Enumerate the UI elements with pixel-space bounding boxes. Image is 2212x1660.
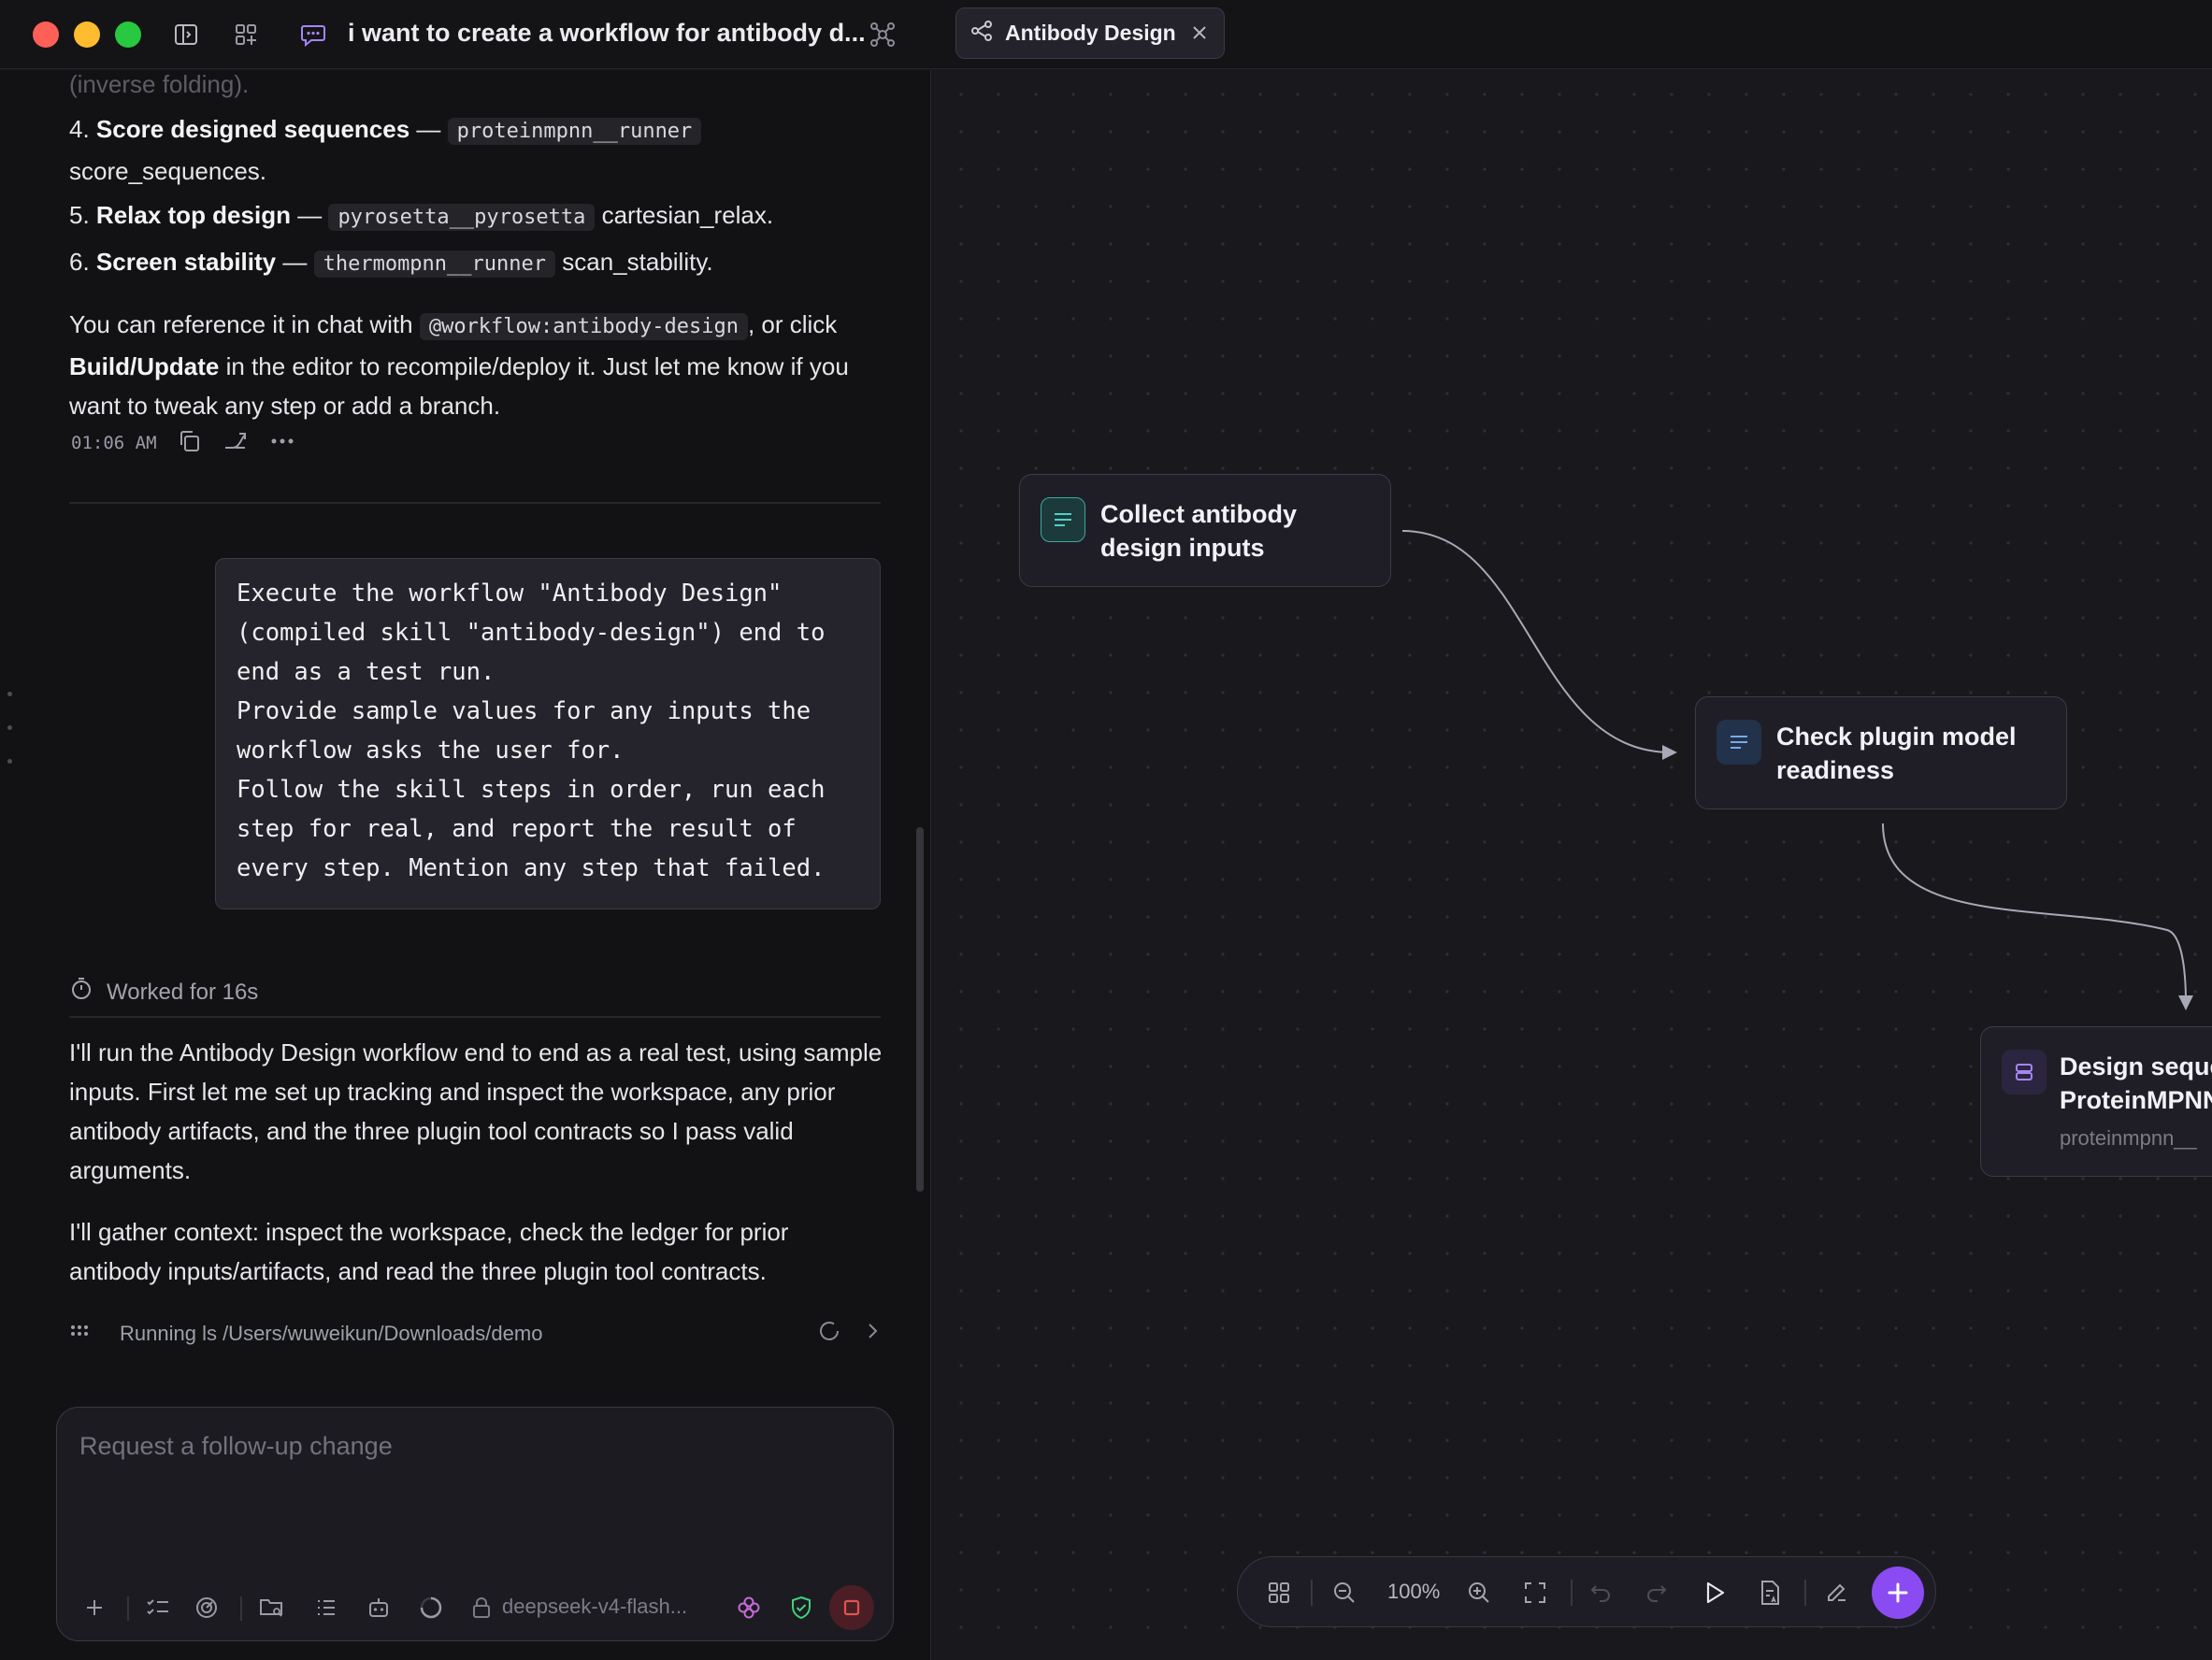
tool-code: pyrosetta__pyrosetta xyxy=(328,204,596,231)
assistant-message: I'll gather context: inspect the workspa… xyxy=(69,1218,789,1285)
running-command-row[interactable]: Running ls /Users/wuweikun/Downloads/dem… xyxy=(69,1315,881,1352)
tool-code: thermompnn__runner xyxy=(313,250,556,278)
node-design-sequences[interactable]: Design seque ProteinMPNN proteinmpnn__ xyxy=(1980,1026,2212,1177)
add-node-button[interactable] xyxy=(1872,1567,1924,1619)
model-selector[interactable]: deepseek-v4-flash... xyxy=(502,1595,687,1619)
section-divider xyxy=(69,1016,881,1018)
chat-bubble-icon xyxy=(297,19,329,50)
toolbar-separator xyxy=(1571,1580,1573,1606)
edit-link-icon[interactable] xyxy=(1819,1576,1853,1610)
workflow-graph-icon[interactable] xyxy=(867,19,898,50)
edge-handle-dot xyxy=(7,692,12,696)
grid-apps-icon[interactable] xyxy=(230,19,262,50)
edge-2-3 xyxy=(1882,823,2187,1004)
toolbar-separator xyxy=(1311,1580,1313,1606)
message-divider xyxy=(69,502,881,504)
worked-label: Worked for 16s xyxy=(107,979,259,1005)
database-icon xyxy=(2002,1050,2047,1095)
follow-up-input[interactable] xyxy=(79,1432,865,1525)
assistant-message: I'll run the Antibody Design workflow en… xyxy=(69,1038,883,1184)
branch-icon[interactable] xyxy=(223,429,249,458)
sidebar-toggle-icon[interactable] xyxy=(170,19,202,50)
message-meta-row: 01:06 AM xyxy=(71,429,295,457)
close-tab-icon[interactable] xyxy=(1188,21,1211,44)
zoom-out-icon[interactable] xyxy=(1328,1576,1361,1610)
edge-1-2-arrow xyxy=(1662,745,1677,760)
layout-grid-icon[interactable] xyxy=(1262,1576,1296,1610)
edge-2-3-arrow xyxy=(2178,995,2193,1010)
step-item-6: 6. Screen stability — thermompnn__runner… xyxy=(69,248,713,278)
edge-1-2 xyxy=(1401,530,1673,753)
ai-document-icon[interactable] xyxy=(1754,1576,1788,1610)
workflow-canvas[interactable]: Collect antibody design inputs Check plu… xyxy=(933,70,2212,1660)
user-message-bubble: Execute the workflow "Antibody Design" (… xyxy=(215,558,881,909)
timer-icon xyxy=(69,977,93,1008)
workflow-reference-code: @workflow:antibody-design xyxy=(419,313,748,340)
node-check-readiness[interactable]: Check plugin model readiness xyxy=(1695,696,2067,809)
fit-view-icon[interactable] xyxy=(1518,1576,1552,1610)
conversation-title[interactable]: i want to create a workflow for antibody… xyxy=(348,19,866,48)
spinner-icon xyxy=(817,1319,841,1349)
tab-antibody-design[interactable]: Antibody Design xyxy=(955,7,1225,59)
running-command-text: Running ls /Users/wuweikun/Downloads/dem… xyxy=(120,1322,543,1345)
gauge-icon[interactable] xyxy=(190,1591,223,1624)
maximize-window-button[interactable] xyxy=(115,21,141,48)
stop-icon xyxy=(843,1599,860,1616)
worked-duration[interactable]: Worked for 16s xyxy=(69,977,258,1008)
edge-handle-dot xyxy=(7,759,12,764)
chevron-right-icon[interactable] xyxy=(864,1320,881,1348)
workflow-icon xyxy=(970,19,994,48)
node-title: Design seque ProteinMPNN xyxy=(2060,1052,2212,1114)
folder-search-icon[interactable] xyxy=(255,1591,289,1624)
toolbar-separator xyxy=(1804,1580,1806,1606)
step-item-5: 5. Relax top design — pyrosetta__pyroset… xyxy=(69,201,774,231)
toolbar-separator xyxy=(240,1596,242,1621)
undo-icon[interactable] xyxy=(1584,1576,1617,1610)
title-bar: i want to create a workflow for antibody… xyxy=(0,0,2212,69)
checklist-icon[interactable] xyxy=(141,1591,175,1624)
truncated-text: (inverse folding). xyxy=(69,70,250,98)
tool-code: proteinmpnn__runner xyxy=(447,118,702,145)
robot-icon[interactable] xyxy=(362,1591,395,1624)
loading-spinner-icon xyxy=(414,1591,448,1624)
chat-panel: (inverse folding). 4. Score designed seq… xyxy=(0,70,931,1660)
grip-dots-icon xyxy=(69,1322,93,1346)
text-lines-icon xyxy=(1716,720,1761,765)
redo-icon[interactable] xyxy=(1640,1576,1673,1610)
toolbar-separator xyxy=(127,1596,129,1621)
user-message-text: Execute the workflow "Antibody Design" (… xyxy=(237,580,826,882)
lock-icon xyxy=(465,1591,498,1624)
composer: deepseek-v4-flash... xyxy=(56,1407,894,1641)
edges-layer xyxy=(1401,530,2193,1010)
node-collect-inputs[interactable]: Collect antibody design inputs xyxy=(1019,474,1391,587)
run-play-icon[interactable] xyxy=(1698,1576,1731,1610)
text-lines-icon xyxy=(1041,497,1085,542)
tab-label: Antibody Design xyxy=(1005,21,1176,45)
copy-icon[interactable] xyxy=(178,429,202,458)
node-title: Collect antibody design inputs xyxy=(1100,500,1298,562)
node-tool-subtitle: proteinmpnn__ xyxy=(2060,1126,2197,1150)
edge-handle-dot xyxy=(7,725,12,730)
shield-check-icon[interactable] xyxy=(784,1591,818,1624)
list-icon[interactable] xyxy=(309,1591,343,1624)
node-title: Check plugin model readiness xyxy=(1776,723,2017,784)
zoom-in-icon[interactable] xyxy=(1462,1576,1496,1610)
flower-plugin-icon[interactable] xyxy=(732,1591,766,1624)
canvas-toolbar: 100% xyxy=(1237,1556,1936,1627)
message-timestamp: 01:06 AM xyxy=(71,433,157,453)
step-item-4: 4. Score designed sequences — proteinmpn… xyxy=(69,109,883,191)
close-window-button[interactable] xyxy=(33,21,59,48)
plus-icon xyxy=(1888,1582,1908,1603)
zoom-level[interactable]: 100% xyxy=(1387,1580,1440,1604)
more-options-icon[interactable] xyxy=(269,429,295,458)
chat-scrollbar[interactable] xyxy=(916,827,924,1192)
add-icon[interactable] xyxy=(78,1591,111,1624)
reference-paragraph: You can reference it in chat with @workf… xyxy=(69,310,849,420)
minimize-window-button[interactable] xyxy=(74,21,100,48)
stop-button[interactable] xyxy=(829,1585,874,1630)
